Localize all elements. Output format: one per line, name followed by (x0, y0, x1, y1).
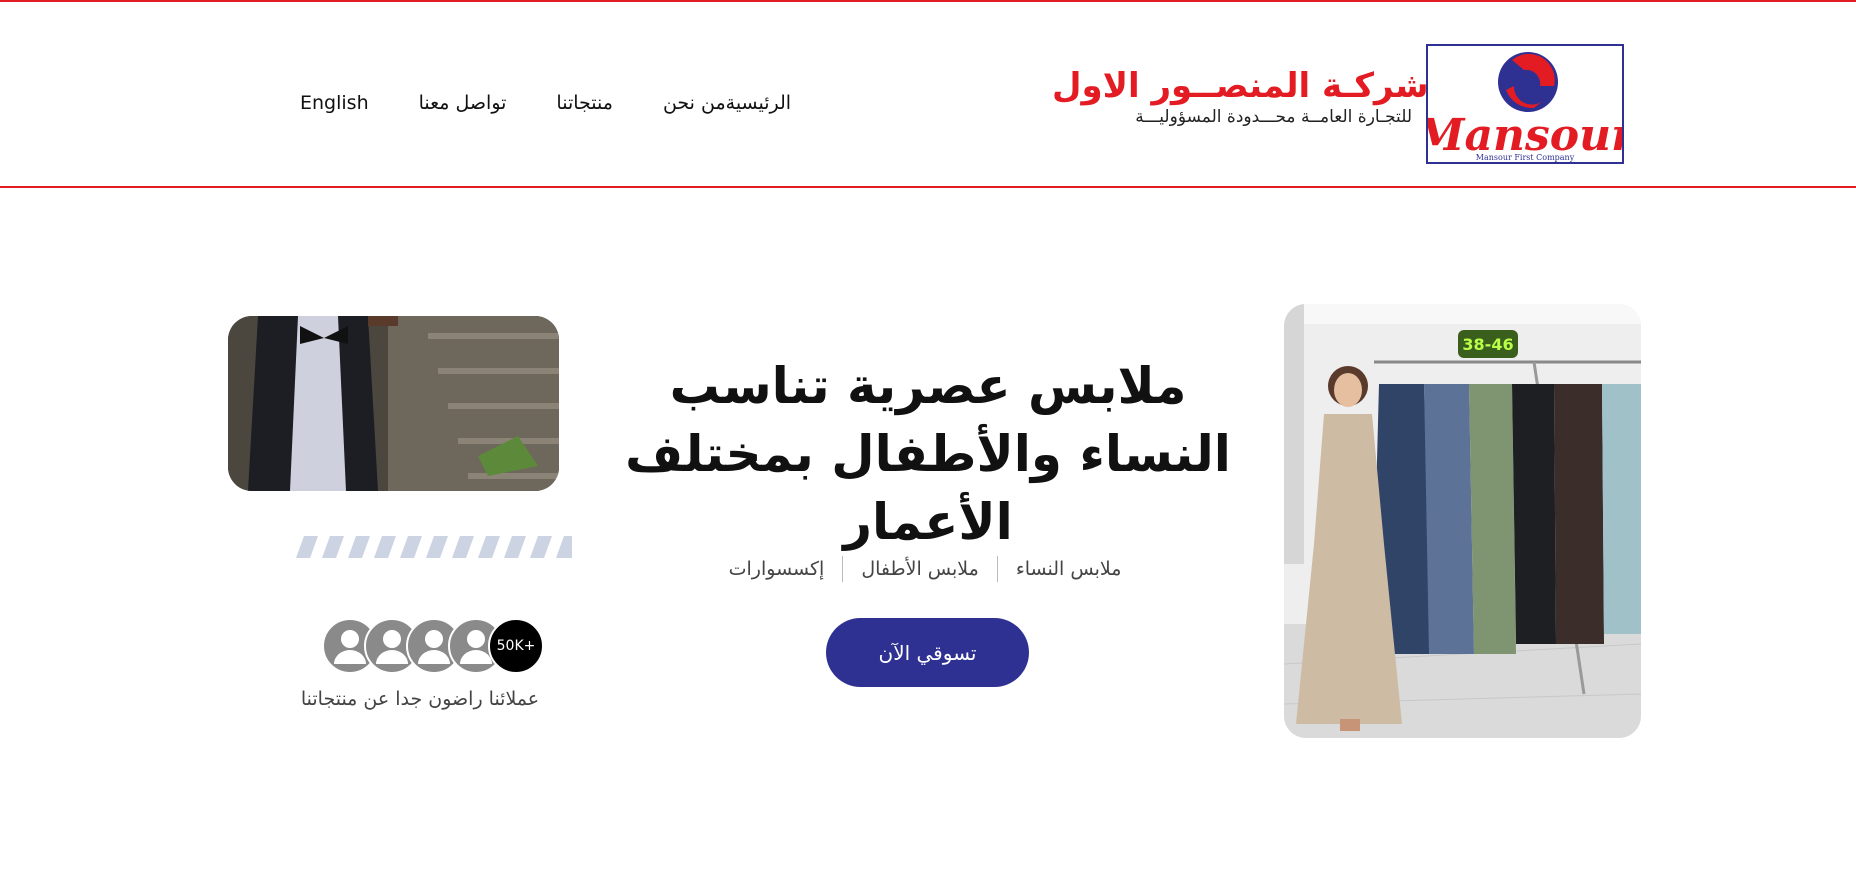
category-divider (842, 556, 844, 582)
hero-dresses-image: 38-46 (1284, 304, 1641, 738)
main-nav: الرئيسية من نحن منتجاتنا تواصل معنا Engl… (250, 88, 791, 118)
svg-text:Mansour First Company: Mansour First Company (1476, 153, 1575, 162)
decorative-stripes (296, 536, 572, 558)
customer-count-badge: 50K+ (488, 618, 544, 674)
category-accessories[interactable]: إكسسوارات (711, 557, 843, 581)
shop-now-button[interactable]: تسوقي الآن (826, 618, 1029, 687)
nav-english[interactable]: English (300, 88, 369, 118)
nav-products[interactable]: منتجاتنا (556, 88, 613, 118)
mansour-logo-icon: Mansour Mansour First Company (1428, 52, 1622, 162)
customers-text: عملائنا راضون جدا عن منتجاتنا (300, 688, 540, 710)
company-name-line1: شركـة المنصــور الاول (1052, 66, 1429, 106)
nav-about[interactable]: من نحن (663, 88, 726, 118)
site-header: Mansour Mansour First Company شركـة المن… (0, 2, 1856, 188)
hero-kids-image (228, 316, 559, 491)
logo[interactable]: Mansour Mansour First Company (1426, 44, 1624, 164)
category-divider (996, 556, 998, 582)
hero-title: ملابس عصرية تناسب النساء والأطفال بمختلف… (625, 356, 1231, 551)
nav-home[interactable]: الرئيسية (726, 88, 791, 118)
category-kids[interactable]: ملابس الأطفال (843, 557, 997, 581)
svg-text:38-46: 38-46 (1462, 335, 1513, 354)
category-list: ملابس النساء ملابس الأطفال إكسسوارات (690, 554, 1160, 584)
customer-avatars: 50K+ (322, 618, 546, 674)
company-name: شركـة المنصــور الاول للتجـارة العامــة … (1052, 66, 1429, 128)
nav-contact[interactable]: تواصل معنا (419, 88, 507, 118)
category-women[interactable]: ملابس النساء (998, 557, 1140, 581)
company-name-line2: للتجـارة العامــة محـــدودة المسؤوليـــة (1135, 107, 1412, 127)
